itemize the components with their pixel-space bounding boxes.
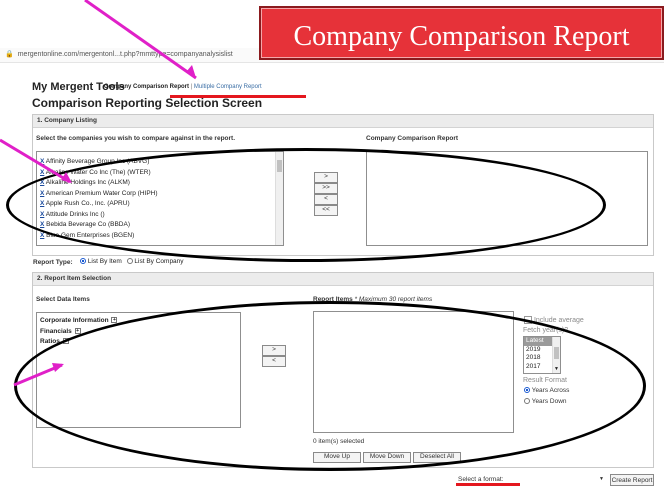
annotation-arrow <box>84 0 197 80</box>
annotation-arrow <box>0 138 71 184</box>
arrowhead-icon <box>52 363 64 372</box>
annotation-arrows <box>0 0 197 387</box>
arrowhead-icon <box>61 172 72 183</box>
